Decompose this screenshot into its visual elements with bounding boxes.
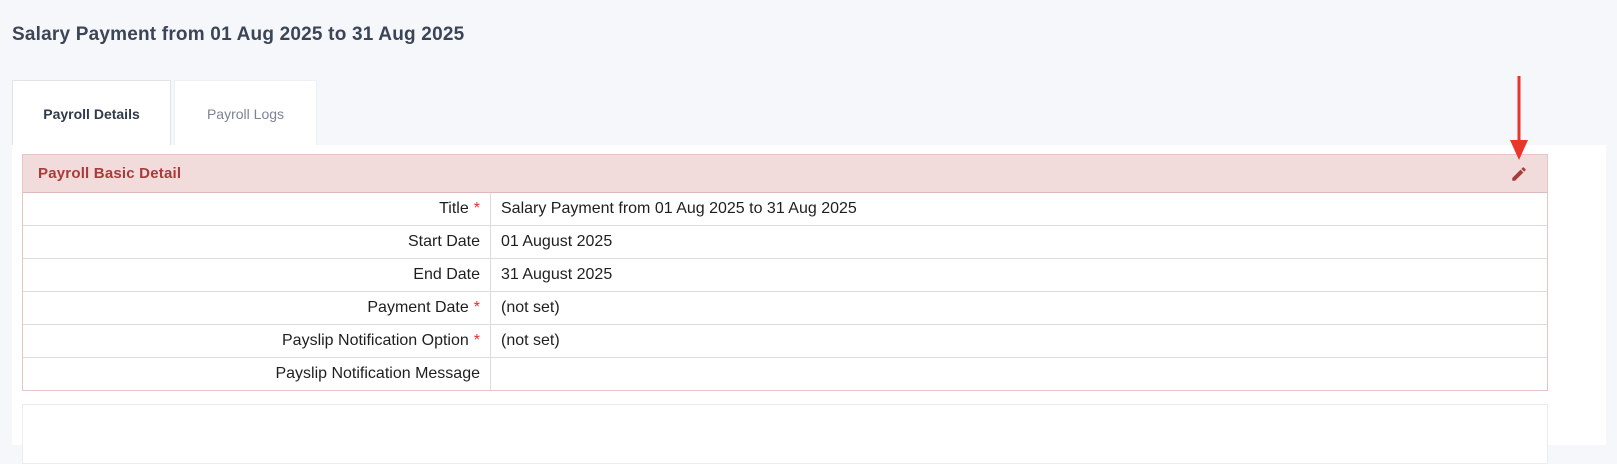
detail-value: (not set): [490, 324, 1547, 358]
detail-row-end-date: End Date 31 August 2025: [23, 258, 1547, 292]
detail-value: (not set): [490, 291, 1547, 325]
detail-value: [490, 357, 1547, 390]
detail-label: Title: [439, 200, 469, 217]
detail-label-cell: Payslip Notification Option *: [23, 324, 491, 358]
required-marker: *: [473, 299, 480, 316]
panel-header: Payroll Basic Detail: [23, 155, 1547, 193]
detail-label-cell: End Date: [23, 258, 491, 292]
page-title: Salary Payment from 01 Aug 2025 to 31 Au…: [12, 24, 465, 45]
detail-row-payslip-notification-option: Payslip Notification Option * (not set): [23, 324, 1547, 358]
down-arrow-icon: [1510, 76, 1528, 160]
detail-label: Payment Date: [367, 299, 469, 316]
detail-label: Payslip Notification Message: [275, 365, 480, 382]
detail-value: 01 August 2025: [490, 225, 1547, 259]
detail-label-cell: Start Date: [23, 225, 491, 259]
tab-content: Payroll Basic Detail Title * Salary Payme…: [12, 145, 1606, 464]
detail-label-cell: Title *: [23, 193, 491, 226]
detail-label: Start Date: [407, 233, 480, 250]
required-marker: *: [473, 332, 480, 349]
pencil-icon[interactable]: [1510, 165, 1528, 183]
tab-bar: Payroll Details Payroll Logs: [12, 80, 317, 146]
detail-label-cell: Payslip Notification Message: [23, 357, 491, 390]
secondary-panel: [22, 404, 1548, 464]
panel-title: Payroll Basic Detail: [38, 165, 182, 182]
detail-value: Salary Payment from 01 Aug 2025 to 31 Au…: [501, 200, 857, 217]
detail-table: Title * Salary Payment from 01 Aug 2025 t…: [23, 193, 1547, 390]
detail-label-cell: Payment Date *: [23, 291, 491, 325]
detail-row-payslip-notification-message: Payslip Notification Message: [23, 357, 1547, 390]
payroll-basic-detail-panel: Payroll Basic Detail Title * Salary Payme…: [22, 154, 1548, 391]
tab-payroll-logs[interactable]: Payroll Logs: [174, 80, 317, 146]
required-marker: *: [473, 200, 480, 217]
tab-payroll-details[interactable]: Payroll Details: [12, 80, 171, 146]
detail-label: End Date: [413, 266, 480, 283]
detail-row-payment-date: Payment Date * (not set): [23, 291, 1547, 325]
detail-row-start-date: Start Date 01 August 2025: [23, 225, 1547, 259]
detail-value: 31 August 2025: [490, 258, 1547, 292]
detail-label: Payslip Notification Option: [282, 332, 469, 349]
detail-row-title: Title * Salary Payment from 01 Aug 2025 t…: [23, 193, 1547, 226]
